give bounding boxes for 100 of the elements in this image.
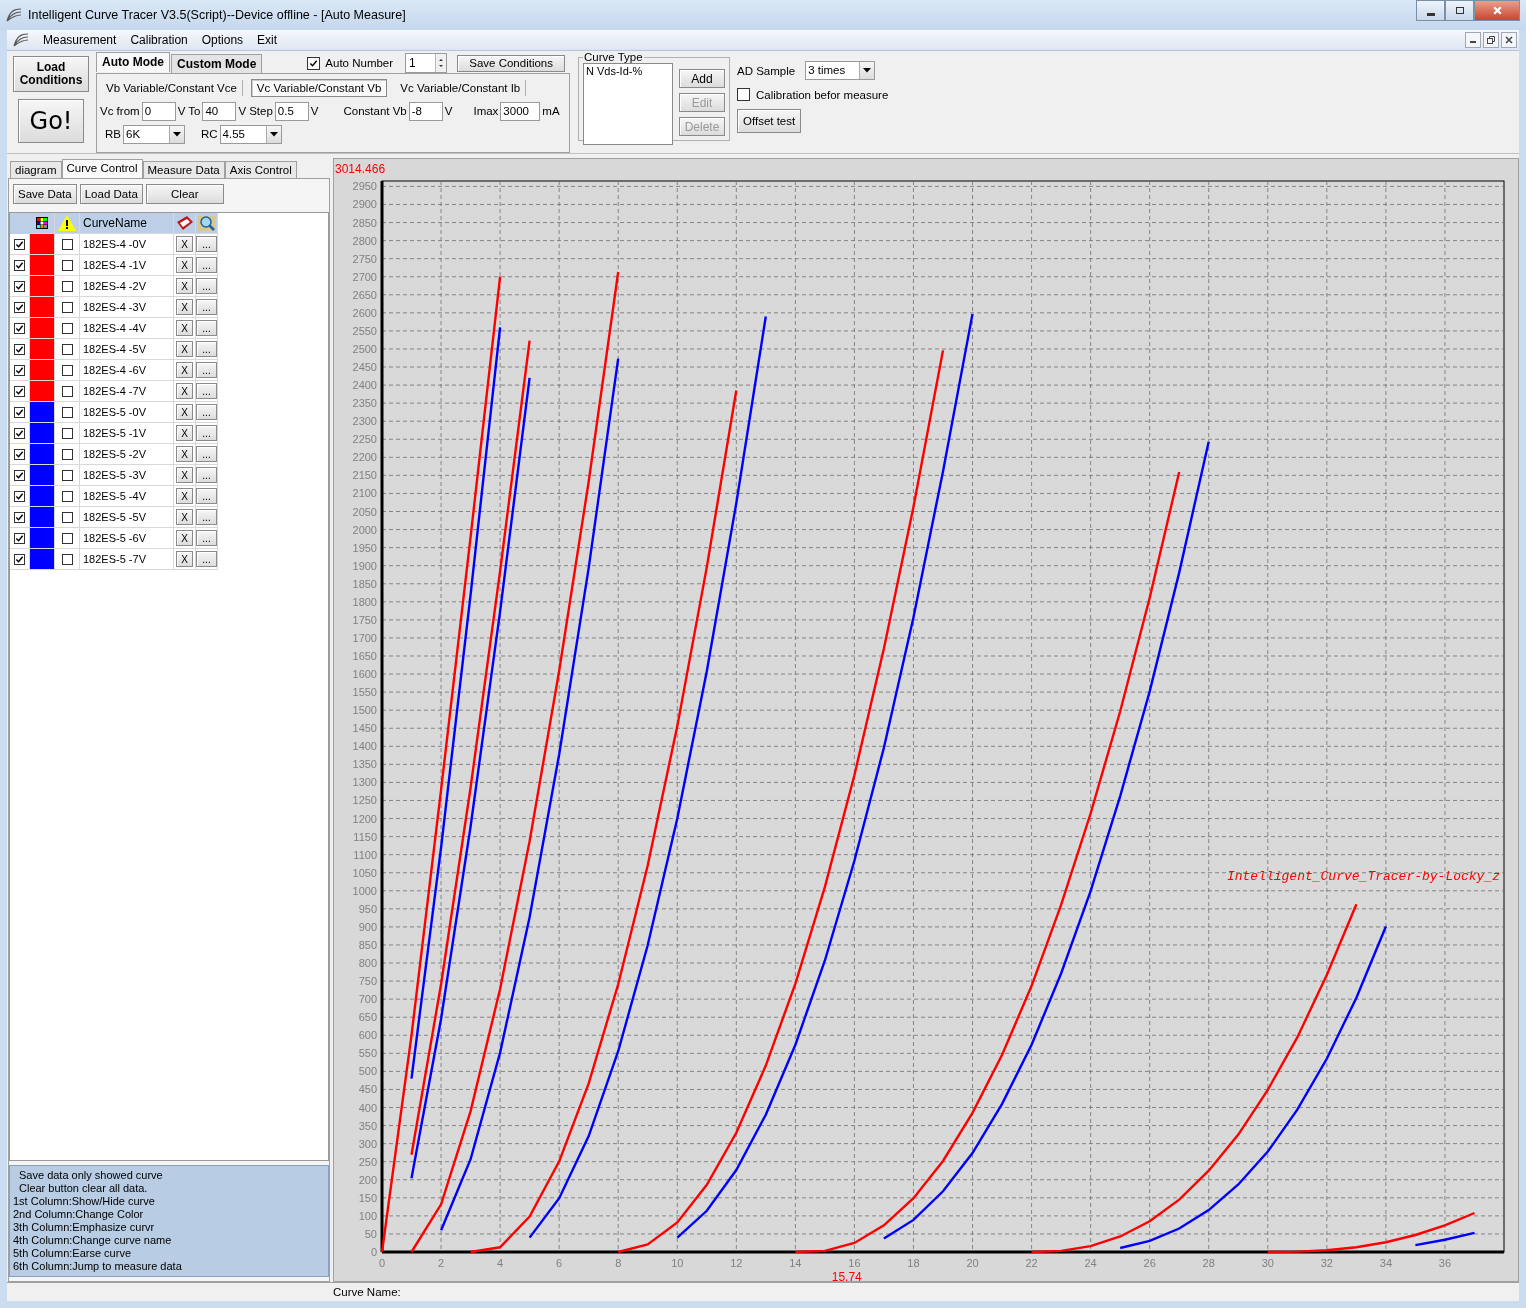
jump-button[interactable]: ...	[196, 299, 217, 315]
checkbox[interactable]	[14, 364, 25, 376]
curve-name[interactable]: 182ES-4 -1V	[80, 255, 174, 276]
sweep-mode-tab[interactable]: Vc Variable/Constant Ib	[395, 80, 527, 96]
color-swatch[interactable]	[30, 339, 55, 360]
jump-button[interactable]: ...	[196, 236, 217, 252]
close-button[interactable]	[1501, 32, 1517, 48]
number-spinner[interactable]: 1	[405, 53, 448, 73]
input-field[interactable]: -8	[408, 101, 443, 121]
mode-tab[interactable]: Custom Mode	[171, 53, 263, 73]
checkbox[interactable]	[61, 301, 73, 313]
mode-tab[interactable]: Auto Mode	[96, 52, 170, 72]
checkbox[interactable]	[61, 448, 73, 460]
erase-button[interactable]: X	[176, 446, 193, 462]
curve-name[interactable]: 182ES-5 -6V	[80, 528, 174, 549]
data-button[interactable]: Load Data	[79, 184, 143, 204]
checkbox[interactable]	[14, 406, 25, 418]
curve-name[interactable]: 182ES-5 -0V	[80, 402, 174, 423]
color-swatch[interactable]	[30, 402, 55, 423]
offset-test-button[interactable]: Offset test	[737, 109, 802, 133]
curve-name[interactable]: 182ES-4 -4V	[80, 318, 174, 339]
checkbox[interactable]	[61, 427, 73, 439]
curve-name[interactable]: 182ES-5 -7V	[80, 549, 174, 570]
jump-button[interactable]: ...	[196, 278, 217, 294]
erase-button[interactable]: X	[176, 257, 193, 273]
curve-name[interactable]: 182ES-4 -0V	[80, 234, 174, 255]
checkbox[interactable]	[14, 532, 25, 544]
checkbox[interactable]	[14, 343, 25, 355]
jump-button[interactable]: ...	[196, 488, 217, 504]
erase-button[interactable]: X	[176, 320, 193, 336]
jump-button[interactable]: ...	[196, 257, 217, 273]
curve-type-button[interactable]: Add	[679, 69, 725, 88]
color-swatch[interactable]	[30, 234, 55, 255]
erase-button[interactable]: X	[176, 236, 193, 252]
checkbox[interactable]	[61, 406, 73, 418]
checkbox[interactable]	[14, 238, 25, 250]
side-tab[interactable]: diagram	[10, 161, 62, 178]
jump-button[interactable]: ...	[196, 530, 217, 546]
jump-button[interactable]: ...	[196, 509, 217, 525]
jump-button[interactable]: ...	[196, 383, 217, 399]
checkbox[interactable]	[14, 490, 25, 502]
jump-button[interactable]: ...	[196, 404, 217, 420]
data-button[interactable]: Clear	[145, 184, 224, 204]
checkbox[interactable]	[61, 385, 73, 397]
jump-button[interactable]: ...	[196, 425, 217, 441]
curve-name[interactable]: 182ES-5 -2V	[80, 444, 174, 465]
restore-button[interactable]	[1483, 32, 1499, 48]
checkbox[interactable]	[14, 301, 25, 313]
checkbox[interactable]	[14, 469, 25, 481]
erase-button[interactable]: X	[176, 299, 193, 315]
data-button[interactable]: Save Data	[13, 184, 77, 204]
color-swatch[interactable]	[30, 528, 55, 549]
checkbox[interactable]	[14, 322, 25, 334]
jump-button[interactable]: ...	[196, 320, 217, 336]
curve-name[interactable]: 182ES-5 -1V	[80, 423, 174, 444]
curve-name[interactable]: 182ES-5 -5V	[80, 507, 174, 528]
erase-button[interactable]: X	[176, 509, 193, 525]
jump-button[interactable]: ...	[196, 362, 217, 378]
jump-button[interactable]: ...	[196, 551, 217, 567]
checkbox[interactable]	[14, 448, 25, 460]
sweep-mode-tab[interactable]: Vc Variable/Constant Vb	[250, 79, 388, 97]
jump-button[interactable]: ...	[196, 467, 217, 483]
checkbox[interactable]	[307, 56, 321, 70]
side-tab[interactable]: Measure Data	[142, 161, 225, 178]
curve-name[interactable]: 182ES-4 -3V	[80, 297, 174, 318]
checkbox[interactable]	[61, 280, 73, 292]
menu-item[interactable]: Measurement	[43, 33, 117, 47]
color-swatch[interactable]	[30, 444, 55, 465]
checkbox[interactable]	[61, 322, 73, 334]
jump-button[interactable]: ...	[196, 446, 217, 462]
input-field[interactable]: 0	[141, 101, 176, 121]
save-conditions-button[interactable]: Save Conditions	[457, 54, 566, 72]
input-field[interactable]: 40	[202, 101, 237, 121]
input-field[interactable]: 0.5	[274, 101, 309, 121]
color-swatch[interactable]	[30, 381, 55, 402]
go-button[interactable]: Go!	[18, 99, 84, 143]
menu-item[interactable]: Options	[201, 33, 244, 47]
menu-item[interactable]: Calibration	[130, 33, 188, 47]
checkbox[interactable]	[61, 364, 73, 376]
color-swatch[interactable]	[30, 465, 55, 486]
minimize-button[interactable]	[1416, 0, 1445, 21]
curve-name[interactable]: 182ES-5 -4V	[80, 486, 174, 507]
color-swatch[interactable]	[30, 360, 55, 381]
curve-name[interactable]: 182ES-4 -5V	[80, 339, 174, 360]
erase-button[interactable]: X	[176, 530, 193, 546]
erase-button[interactable]: X	[176, 404, 193, 420]
close-button[interactable]	[1474, 0, 1520, 21]
curve-name[interactable]: 182ES-4 -2V	[80, 276, 174, 297]
erase-button[interactable]: X	[176, 383, 193, 399]
checkbox[interactable]	[737, 88, 750, 101]
checkbox[interactable]	[14, 511, 25, 523]
curve-name[interactable]: 182ES-5 -3V	[80, 465, 174, 486]
color-swatch[interactable]	[30, 549, 55, 570]
color-swatch[interactable]	[30, 297, 55, 318]
color-swatch[interactable]	[30, 276, 55, 297]
erase-button[interactable]: X	[176, 341, 193, 357]
side-tab[interactable]: Axis Control	[224, 161, 297, 178]
color-swatch[interactable]	[30, 423, 55, 444]
color-swatch[interactable]	[30, 486, 55, 507]
jump-button[interactable]: ...	[196, 341, 217, 357]
